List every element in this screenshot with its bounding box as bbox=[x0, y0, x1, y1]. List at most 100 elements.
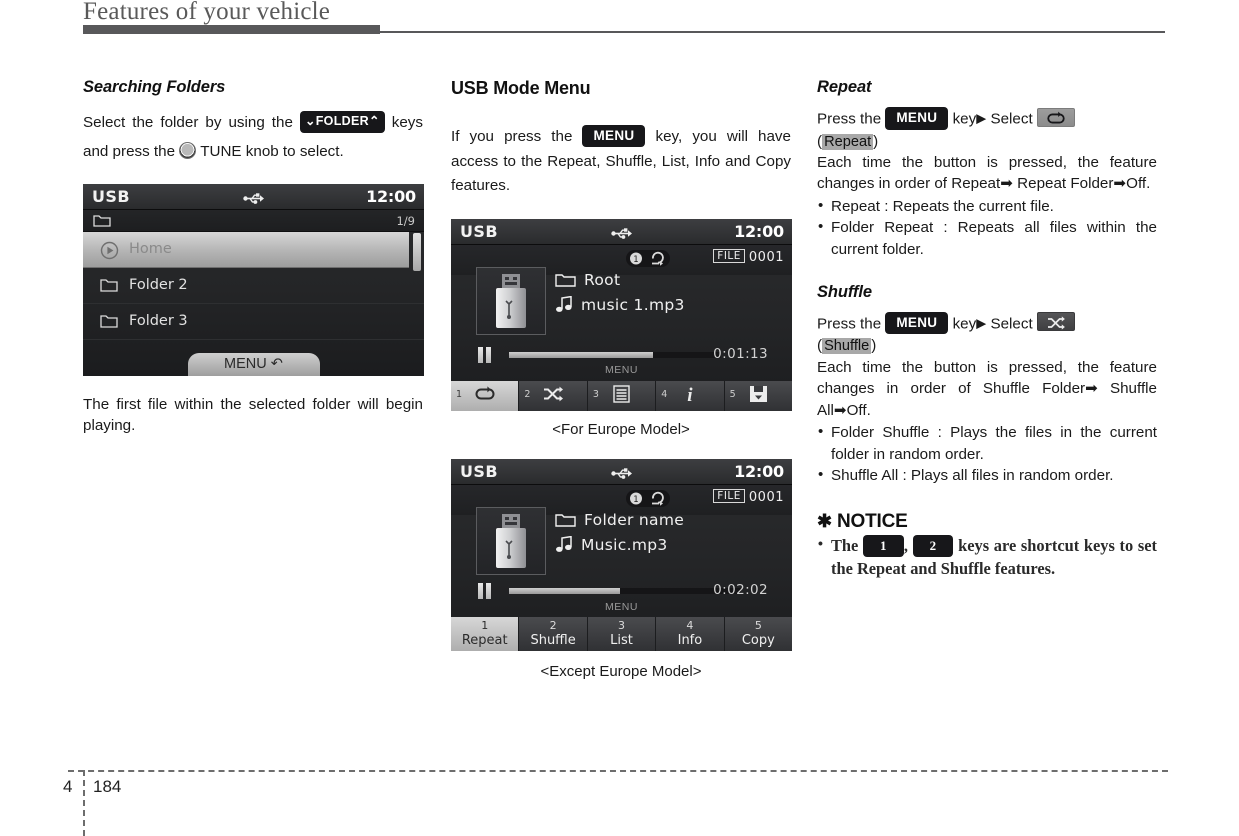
menu-key-graphic: MENU bbox=[582, 124, 646, 148]
asterisk-icon: ✱ bbox=[817, 510, 832, 531]
source-label: USB bbox=[460, 221, 498, 241]
svg-text:1: 1 bbox=[633, 495, 638, 505]
progress-track[interactable] bbox=[509, 351, 721, 358]
repeat-press-line: Press the MENU key▶ Select bbox=[817, 107, 1157, 131]
folder-line: Folder name bbox=[555, 511, 684, 529]
repeat-bullets: Repeat : Repeats the current file. Folde… bbox=[817, 195, 1157, 261]
softkey-shuffle[interactable]: 2 bbox=[519, 380, 588, 411]
playback-progress[interactable]: 0:02:02 bbox=[476, 582, 768, 599]
list-item: Folder Shuffle : Plays the files in the … bbox=[817, 421, 1157, 465]
softkey-row: 1 Repeat 2 Shuffle 3 List 4 Info 5 Copy bbox=[451, 616, 792, 651]
repeat-heading: Repeat bbox=[817, 78, 872, 96]
right-column: Repeat Press the MENU key▶ Select (Repea… bbox=[817, 78, 1157, 579]
scrollbar-thumb[interactable] bbox=[413, 232, 421, 271]
shuffle-icon bbox=[542, 385, 564, 407]
svg-text:1: 1 bbox=[633, 255, 638, 265]
list-icon bbox=[613, 385, 630, 407]
list-item[interactable]: Home bbox=[83, 231, 409, 268]
repeat-one-indicator-icon: 1 bbox=[626, 489, 670, 511]
list-item-label: Home bbox=[129, 240, 172, 257]
searching-folders-paragraph: Select the folder by using the ⌄FOLDER⌃ … bbox=[83, 108, 423, 167]
sf-text-pre: Select the folder by using the bbox=[83, 114, 293, 131]
list-item-label: Folder 2 bbox=[129, 276, 188, 293]
info-icon: i bbox=[687, 384, 693, 406]
clock: 12:00 bbox=[366, 186, 416, 206]
arrow-right-icon: ▶ bbox=[976, 314, 987, 330]
page-title: Features of your vehicle bbox=[83, 0, 331, 25]
list-item: Repeat : Repeats the current file. bbox=[817, 195, 1157, 218]
usb-folder-list-screen: USB 12:00 1/9 Home Folder 2 Folder 3 MEN… bbox=[83, 183, 424, 376]
softkey-info[interactable]: 4 i bbox=[656, 380, 725, 411]
play-circle-icon bbox=[100, 241, 119, 264]
breadcrumb-folder-icon bbox=[93, 213, 112, 232]
sf-text-post: TUNE knob to select. bbox=[200, 143, 344, 161]
track-line: Music.mp3 bbox=[555, 536, 684, 554]
notice-text-pre: The bbox=[831, 535, 859, 555]
searching-folders-heading: Searching Folders bbox=[83, 78, 226, 96]
softkey-repeat[interactable]: 1 Repeat bbox=[451, 616, 520, 651]
folder-key-graphic: ⌄FOLDER⌃ bbox=[299, 111, 385, 133]
repeat-paren-line: (Repeat) bbox=[817, 132, 879, 150]
softkey-list[interactable]: 3 bbox=[587, 380, 657, 411]
folder-icon bbox=[100, 277, 119, 297]
shuffle-highlight: Shuffle bbox=[822, 338, 872, 355]
track-name: music 1.mp3 bbox=[581, 295, 685, 314]
pause-icon bbox=[478, 346, 491, 363]
list-item[interactable]: Folder 2 bbox=[83, 268, 424, 304]
pause-icon bbox=[478, 582, 491, 599]
file-counter: FILE 0001 bbox=[713, 488, 784, 505]
clock: 12:00 bbox=[734, 461, 784, 481]
repeat-one-indicator-icon: 1 bbox=[626, 249, 670, 271]
softkey-copy[interactable]: 5 bbox=[724, 380, 792, 411]
copy-icon bbox=[749, 385, 768, 407]
notice-title: NOTICE bbox=[836, 510, 908, 532]
softkey-repeat[interactable]: 1 bbox=[451, 380, 520, 411]
source-label: USB bbox=[460, 461, 498, 481]
tune-knob-icon bbox=[179, 141, 197, 159]
shuffle-select-word: Select bbox=[990, 314, 1033, 332]
list-item[interactable]: Folder 3 bbox=[83, 304, 424, 340]
usb-player-screen-europe: USB 12:00 1 FILE 0001 Root music 1.mp3 0… bbox=[451, 218, 792, 411]
manual-page: Features of your vehicle Searching Folde… bbox=[0, 0, 1239, 836]
page-number: 184 bbox=[93, 777, 122, 796]
notice-block: ✱ NOTICE The 1, 2 keys are shortcut keys… bbox=[817, 511, 1157, 579]
file-number: 0001 bbox=[748, 249, 784, 265]
repeat-highlight: Repeat bbox=[822, 133, 874, 150]
caption-non-europe: <Except Europe Model> bbox=[540, 662, 702, 680]
menu-tab-label: MENU bbox=[605, 363, 638, 376]
notice-bullets: The 1, 2 keys are shortcut keys to set t… bbox=[817, 534, 1157, 579]
menu-return-tab[interactable]: MENU ↶ bbox=[187, 352, 320, 376]
shuffle-press-line: Press the MENU key▶ Select bbox=[817, 311, 1157, 336]
usb-device-thumbnail bbox=[476, 506, 546, 575]
repeat-key-word: key bbox=[952, 110, 977, 128]
usb-connector-icon bbox=[242, 190, 265, 209]
file-number: 0001 bbox=[748, 489, 784, 505]
shuffle-heading: Shuffle bbox=[817, 282, 872, 301]
track-line: music 1.mp3 bbox=[555, 296, 685, 314]
progress-track[interactable] bbox=[509, 587, 741, 594]
elapsed-time: 0:01:13 bbox=[713, 345, 768, 362]
shuffle-bullets: Folder Shuffle : Plays the files in the … bbox=[817, 421, 1157, 487]
now-playing-meta: Folder name Music.mp3 bbox=[555, 511, 684, 561]
playback-progress[interactable]: 0:01:13 bbox=[476, 345, 768, 363]
softkey-shuffle[interactable]: 2 Shuffle bbox=[519, 616, 588, 651]
caption-europe: <For Europe Model> bbox=[552, 420, 690, 438]
now-playing-meta: Root music 1.mp3 bbox=[555, 271, 685, 321]
folder-line: Root bbox=[555, 271, 685, 289]
header-rule bbox=[380, 31, 1165, 33]
softkey-info[interactable]: 4 Info bbox=[656, 616, 725, 651]
softkey-list[interactable]: 3 List bbox=[587, 616, 657, 651]
screen-status-bar: USB 12:00 bbox=[451, 218, 792, 245]
usb-connector-icon bbox=[610, 465, 633, 484]
header-accent-bar bbox=[83, 25, 380, 34]
folder-icon bbox=[555, 514, 576, 527]
file-label: FILE bbox=[713, 248, 745, 263]
left-column: Searching Folders Select the folder by u… bbox=[83, 78, 424, 437]
screen-status-bar: USB 12:00 bbox=[83, 183, 424, 210]
umm-text-pre: If you press the bbox=[451, 128, 573, 145]
file-counter: FILE 0001 bbox=[713, 248, 784, 265]
clock: 12:00 bbox=[734, 221, 784, 241]
screen-status-bar: USB 12:00 bbox=[451, 458, 792, 485]
softkey-copy[interactable]: 5 Copy bbox=[724, 616, 792, 651]
menu-key-graphic: MENU bbox=[885, 311, 949, 335]
